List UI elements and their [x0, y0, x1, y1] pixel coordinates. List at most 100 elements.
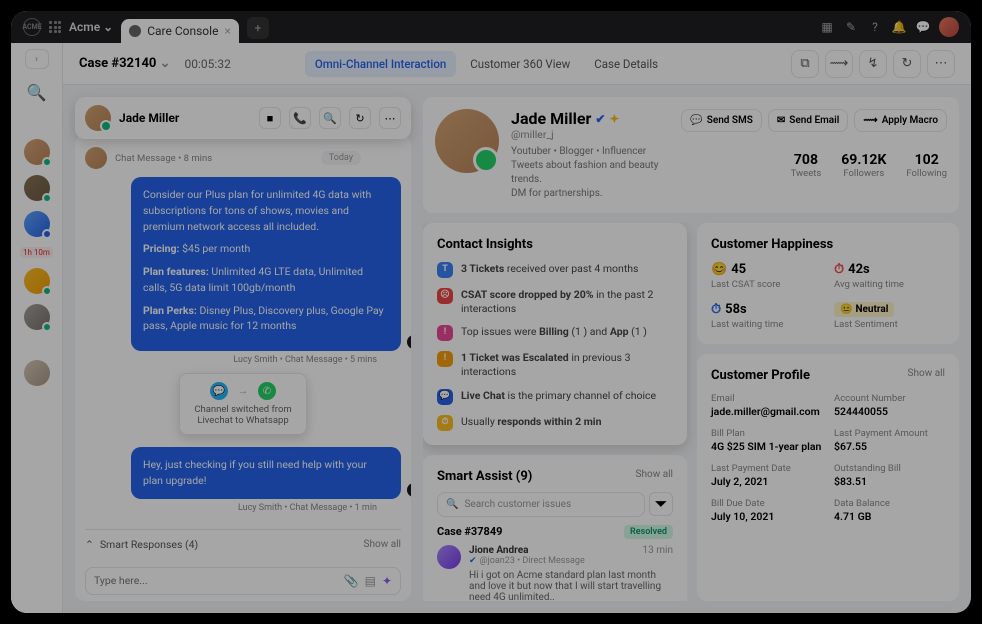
profile-field: Bill Plan4G $25 SIM 1-year plan: [711, 428, 822, 453]
wait-time-badge: 1h 10m: [20, 247, 53, 258]
case-id[interactable]: Case #37849: [437, 525, 502, 538]
contact-avatar-2[interactable]: [24, 175, 50, 201]
filter-button[interactable]: ⏷: [649, 492, 673, 516]
customer-profile-card: Customer ProfileShow all Emailjade.mille…: [697, 354, 959, 601]
calendar-icon[interactable]: ▦: [819, 19, 835, 35]
show-all-link[interactable]: Show all: [636, 469, 673, 484]
template-icon[interactable]: ▤: [365, 574, 376, 588]
search-issues-input[interactable]: 🔍Search customer issues: [437, 492, 645, 517]
refresh-icon[interactable]: ↻: [893, 50, 921, 78]
search-icon[interactable]: 🔍: [24, 79, 50, 105]
message-input-row: 📎 ▤ ✦: [85, 567, 401, 595]
more-icon[interactable]: ⋯: [379, 107, 401, 129]
copy-icon[interactable]: ⧉: [791, 50, 819, 78]
attachment-icon[interactable]: 📎: [344, 574, 359, 588]
contact-avatar-6[interactable]: [24, 360, 50, 386]
metric: ⏱42sAvg waiting time: [834, 262, 945, 290]
star-icon: ✦: [609, 112, 619, 126]
chevron-up-icon: ⌃: [85, 538, 94, 551]
social-stats: 708Tweets 69.12KFollowers 102Following: [791, 152, 947, 179]
customer-happiness-card: Customer Happiness 😊45Last CSAT score ⏱42…: [697, 223, 959, 344]
user-avatar[interactable]: [939, 17, 959, 37]
avatar-small: [85, 147, 107, 169]
card-title: Smart Assist (9)Show all: [437, 469, 673, 484]
sentiment-icon: 😐: [840, 304, 852, 315]
edit-icon[interactable]: ✎: [843, 19, 859, 35]
wand-icon[interactable]: ⟿: [825, 50, 853, 78]
insight-icon: T: [437, 262, 453, 278]
profile-field: Last Payment DateJuly 2, 2021: [711, 463, 822, 488]
contact-avatar-large: [435, 109, 499, 173]
metric: 😊45Last CSAT score: [711, 262, 822, 290]
more-icon[interactable]: ⋯: [927, 50, 955, 78]
tab-care-console[interactable]: Care Console×: [121, 19, 239, 43]
profile-field: Outstanding Bill$83.51: [834, 463, 945, 488]
bell-icon[interactable]: 🔔: [891, 19, 907, 35]
metric-icon: ⏱: [711, 302, 721, 317]
send-sms-button[interactable]: 💬Send SMS: [681, 109, 762, 132]
phone-icon[interactable]: 📞: [289, 107, 311, 129]
topbar: ACME Acme ⌄ Care Console× + ▦ ✎ ? 🔔 💬: [11, 11, 971, 43]
tab-icon: [129, 25, 141, 37]
smart-assist-card: Smart Assist (9)Show all 🔍Search custome…: [423, 455, 687, 601]
tab-case-details[interactable]: Case Details: [584, 51, 668, 77]
video-icon[interactable]: ■: [259, 107, 281, 129]
arrow-right-icon: →: [234, 382, 252, 400]
route-icon[interactable]: ↯: [859, 50, 887, 78]
contact-avatar-3[interactable]: [24, 211, 50, 237]
card-title: Customer Happiness: [711, 237, 945, 252]
date-divider: Today: [321, 151, 361, 165]
case-number[interactable]: Case #32140 ⌄: [79, 56, 171, 71]
insight-row: !1 Ticket was Escalated in previous 3 in…: [437, 351, 673, 378]
sms-icon: 💬: [690, 115, 702, 126]
insight-icon: !: [437, 351, 453, 367]
insight-icon: ⏱: [437, 415, 453, 431]
workspace-dropdown[interactable]: Acme ⌄: [69, 20, 113, 34]
case-header: Case #32140 ⌄ 00:05:32 Omni-Channel Inte…: [63, 43, 971, 85]
msg-text: Consider our Plus plan for unlimited 4G …: [143, 187, 389, 234]
send-email-button[interactable]: ✉Send Email: [768, 109, 848, 132]
contact-avatar-4[interactable]: [24, 268, 50, 294]
message-meta: Lucy Smith • Chat Message • 1 min: [238, 503, 377, 513]
profile-field: Last Payment Amount$67.55: [834, 428, 945, 453]
profile-field: Account Number524440055: [834, 393, 945, 418]
acme-logo-icon: ACME: [23, 18, 41, 36]
contact-name: Jade Miller ✔ ✦: [511, 109, 669, 128]
ai-icon[interactable]: ✦: [382, 574, 392, 588]
profile-field: Emailjade.miller@gmail.com: [711, 393, 822, 418]
contact-insights-card: Contact Insights T3 Tickets received ove…: [423, 223, 687, 445]
close-icon[interactable]: ×: [224, 24, 230, 38]
chevron-down-icon: ⌄: [103, 20, 113, 34]
channel-switch-notice: 💬 → ✆ Channel switched from Livechat to …: [179, 373, 306, 435]
message-meta: Lucy Smith • Chat Message • 5 mins: [233, 355, 377, 365]
app-grid-icon[interactable]: [49, 21, 61, 33]
metric: 😐NeutralLast Sentiment: [834, 302, 945, 330]
insight-row: ☹CSAT score dropped by 20% in the past 2…: [437, 288, 673, 315]
insight-row: ⏱Usually responds within 2 min: [437, 415, 673, 431]
message-input[interactable]: [94, 574, 338, 587]
contact-avatar-1[interactable]: [24, 139, 50, 165]
wand-icon: ⟿: [863, 115, 877, 126]
tab-customer-360[interactable]: Customer 360 View: [460, 51, 580, 77]
contact-avatar-5[interactable]: [24, 304, 50, 330]
add-tab-button[interactable]: +: [247, 17, 269, 39]
agent-message-2: Hey, just checking if you still need hel…: [131, 447, 401, 499]
insight-icon: ☹: [437, 288, 453, 304]
expand-rail-button[interactable]: ›: [25, 49, 49, 69]
show-all-link[interactable]: Show all: [908, 368, 945, 383]
contact-name: Jade Miller: [119, 111, 251, 125]
show-all-link[interactable]: Show all: [364, 539, 401, 550]
contact-avatar: [85, 105, 111, 131]
apply-macro-button[interactable]: ⟿Apply Macro: [854, 109, 947, 132]
search-icon[interactable]: 🔍: [319, 107, 341, 129]
refresh-icon[interactable]: ↻: [349, 107, 371, 129]
contact-bio: Youtuber • Blogger • InfluencerTweets ab…: [511, 145, 669, 201]
message-meta: Chat Message • 8 mins: [115, 153, 212, 164]
contact-handle: @miller_j: [511, 128, 669, 141]
tab-omni-channel[interactable]: Omni-Channel Interaction: [305, 51, 456, 77]
help-icon[interactable]: ?: [867, 19, 883, 35]
status-badge: Resolved: [624, 525, 673, 539]
metric: ⏱58sLast waiting time: [711, 302, 822, 330]
smart-responses-toggle[interactable]: ⌃ Smart Responses (4) Show all: [85, 529, 401, 555]
chat-icon[interactable]: 💬: [915, 19, 931, 35]
